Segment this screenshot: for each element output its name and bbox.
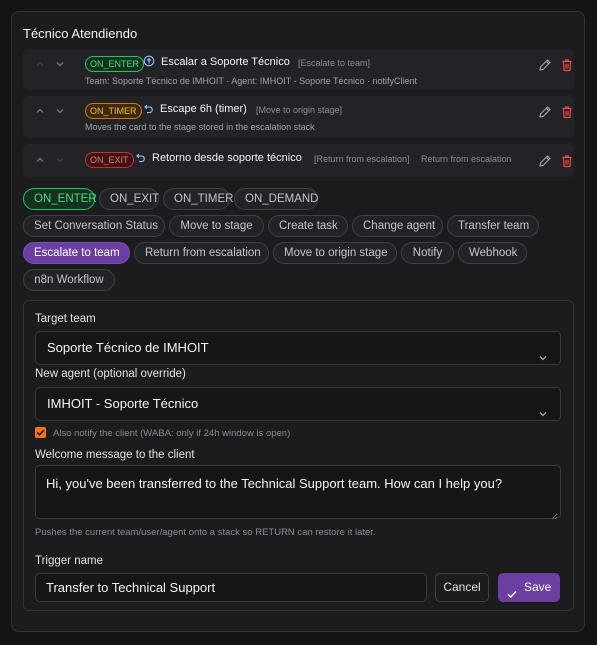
trigger-row[interactable]: ON_EXIT Retorno desde soporte técnico [R… xyxy=(23,144,574,177)
action-chip[interactable]: Transfer team xyxy=(447,215,539,237)
undo-arrow-icon xyxy=(134,152,146,164)
action-type-tag: [Move to origin stage] xyxy=(256,105,343,115)
event-chip-on-timer[interactable]: ON_TIMER xyxy=(163,188,233,210)
target-team-label: Target team xyxy=(35,313,96,325)
pencil-icon[interactable] xyxy=(538,58,552,72)
trigger-name-label: Trigger name xyxy=(35,555,103,567)
trigger-row[interactable]: ON_ENTER Escalar a Soporte Técnico [Esca… xyxy=(23,49,574,90)
chevron-down-icon xyxy=(538,343,548,361)
checkmark-icon xyxy=(36,429,45,436)
move-up-icon[interactable] xyxy=(35,106,45,116)
trash-icon[interactable] xyxy=(560,105,574,119)
action-chip-selected[interactable]: Escalate to team xyxy=(23,242,130,264)
trash-icon[interactable] xyxy=(560,58,574,72)
move-up-icon[interactable] xyxy=(35,155,45,165)
trigger-title: Escape 6h (timer) xyxy=(160,103,247,115)
pencil-icon[interactable] xyxy=(538,154,552,168)
move-down-icon[interactable] xyxy=(55,59,65,69)
action-chip[interactable]: Set Conversation Status xyxy=(23,215,165,237)
new-agent-select[interactable]: IMHOIT - Soporte Técnico xyxy=(35,387,561,421)
trigger-subtitle: Moves the card to the stage stored in th… xyxy=(85,122,315,132)
save-button[interactable]: Save xyxy=(498,573,560,602)
trigger-name-input[interactable]: Transfer to Technical Support xyxy=(35,573,427,602)
action-chip[interactable]: Change agent xyxy=(352,215,443,237)
event-chip-on-enter[interactable]: ON_ENTER xyxy=(23,188,97,210)
welcome-message-textarea[interactable]: Hi, you've been transferred to the Techn… xyxy=(35,465,561,520)
action-chip[interactable]: n8n Workflow xyxy=(23,269,115,291)
action-config-form: Target team Soporte Técnico de IMHOIT Ne… xyxy=(23,300,574,611)
cancel-button[interactable]: Cancel xyxy=(435,573,489,602)
trigger-title: Retorno desde soporte técnico xyxy=(152,152,302,164)
chevron-down-icon xyxy=(538,399,548,417)
event-badge: ON_EXIT xyxy=(85,152,134,168)
move-down-icon[interactable] xyxy=(55,155,65,165)
event-chip-on-demand[interactable]: ON_DEMAND xyxy=(234,188,318,210)
welcome-message-value: Hi, you've been transferred to the Techn… xyxy=(46,476,503,491)
action-type-tag: [Escalate to team] xyxy=(298,58,371,68)
notify-client-checkbox[interactable] xyxy=(35,427,46,438)
notify-client-label: Also notify the client (WABA: only if 24… xyxy=(53,428,291,439)
action-chip[interactable]: Move to stage xyxy=(169,215,264,237)
trigger-panel: Técnico Atendiendo ON_ENTER Escalar a So… xyxy=(11,11,585,632)
action-chip[interactable]: Notify xyxy=(401,242,454,264)
event-badge: ON_ENTER xyxy=(85,56,145,72)
trigger-name-value: Transfer to Technical Support xyxy=(46,580,216,595)
target-team-value: Soporte Técnico de IMHOIT xyxy=(47,340,209,355)
action-type-tag: [Return from escalation] xyxy=(314,154,410,164)
action-chip[interactable]: Move to origin stage xyxy=(273,242,397,264)
new-agent-label: New agent (optional override) xyxy=(35,368,186,380)
event-badge: ON_TIMER xyxy=(85,103,142,119)
panel-title: Técnico Atendiendo xyxy=(23,26,138,41)
action-chip[interactable]: Webhook xyxy=(458,242,527,264)
stack-hint: Pushes the current team/user/agent onto … xyxy=(35,527,376,538)
trigger-title: Escalar a Soporte Técnico xyxy=(161,56,290,68)
move-down-icon[interactable] xyxy=(55,106,65,116)
undo-arrow-icon xyxy=(142,103,154,115)
action-chip[interactable]: Create task xyxy=(268,215,348,237)
resize-handle-icon[interactable] xyxy=(550,508,558,520)
move-up-icon[interactable] xyxy=(35,59,45,69)
action-summary: Return from escalation xyxy=(421,154,512,164)
target-team-select[interactable]: Soporte Técnico de IMHOIT xyxy=(35,331,561,365)
action-chip[interactable]: Return from escalation xyxy=(134,242,269,264)
trigger-subtitle: Team: Soporte Técnico de IMHOIT · Agent:… xyxy=(85,76,417,86)
save-label: Save xyxy=(524,580,552,594)
trash-icon[interactable] xyxy=(560,154,574,168)
check-icon xyxy=(506,582,518,599)
welcome-message-label: Welcome message to the client xyxy=(35,449,195,461)
event-chip-on-exit[interactable]: ON_EXIT xyxy=(99,188,159,210)
arrow-up-circle-icon xyxy=(143,55,155,67)
trigger-row[interactable]: ON_TIMER Escape 6h (timer) [Move to orig… xyxy=(23,96,574,138)
pencil-icon[interactable] xyxy=(538,105,552,119)
new-agent-value: IMHOIT - Soporte Técnico xyxy=(47,396,199,411)
